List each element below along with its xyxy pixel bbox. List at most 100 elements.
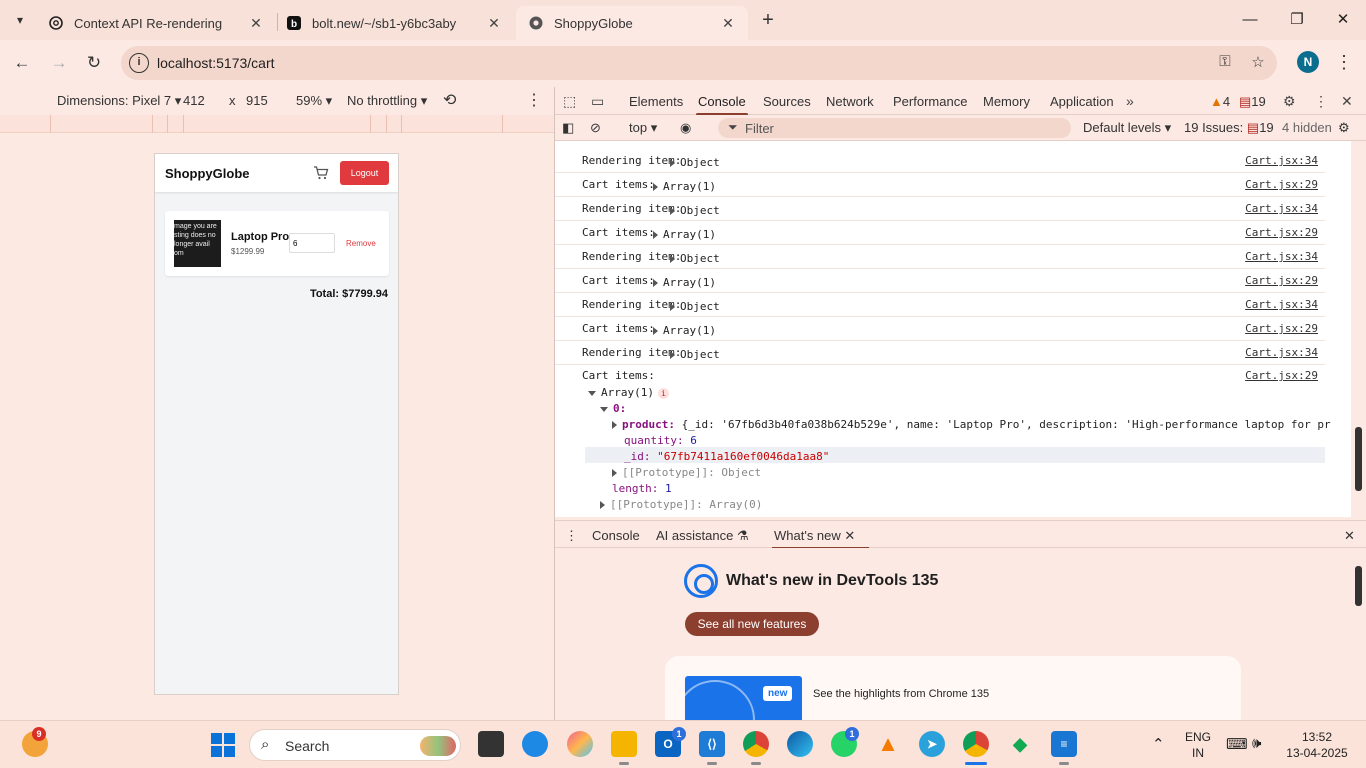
close-icon[interactable]: ✕	[720, 15, 736, 32]
scrollbar-thumb[interactable]	[1355, 427, 1362, 491]
back-icon[interactable]: ←	[10, 51, 34, 75]
highlights-card[interactable]: new See the highlights from Chrome 135	[665, 656, 1241, 720]
tab-sources[interactable]: Sources	[763, 94, 811, 109]
issues-link[interactable]: 19 Issues: ▤19	[1184, 120, 1274, 136]
chrome-icon[interactable]	[743, 731, 769, 757]
show-hidden-icons-icon[interactable]: ⌃	[1152, 735, 1165, 753]
edge-icon[interactable]	[787, 731, 813, 757]
tab-network[interactable]: Network	[826, 94, 874, 109]
restore-icon[interactable]: ❐	[1282, 8, 1312, 32]
bookmark-star-icon[interactable]: ☆	[1247, 53, 1269, 73]
browser-tab[interactable]: b bolt.new/~/sb1-y6bc3aby ✕	[274, 6, 514, 40]
array-node[interactable]: Array(1) i	[588, 386, 669, 399]
profile-avatar[interactable]: N	[1297, 51, 1319, 73]
cart-icon[interactable]	[313, 166, 329, 180]
log-value[interactable]: Array(1)	[653, 324, 716, 337]
product-node[interactable]: product: {_id: '67fb6d3b40fa038b624b529e…	[612, 418, 1331, 431]
task-view-icon[interactable]	[478, 731, 504, 757]
see-all-features-button[interactable]: See all new features	[685, 612, 819, 636]
throttling-select[interactable]: No throttling ▾	[347, 93, 427, 109]
array-index-node[interactable]: 0:	[600, 402, 626, 415]
device-height-input[interactable]: 915	[246, 93, 268, 108]
log-value[interactable]: Array(1)	[653, 276, 716, 289]
device-more-icon[interactable]: ⋮	[526, 90, 542, 110]
source-link[interactable]: Cart.jsx:34	[1245, 250, 1318, 263]
source-link[interactable]: Cart.jsx:29	[1245, 274, 1318, 287]
tab-memory[interactable]: Memory	[983, 94, 1030, 109]
log-value[interactable]: Object	[670, 156, 720, 169]
console-scrollbar[interactable]	[1351, 141, 1366, 517]
drawer-tab-console[interactable]: Console	[592, 528, 640, 543]
log-value[interactable]: Object	[670, 348, 720, 361]
notepad-icon[interactable]: ≡	[1051, 731, 1077, 757]
chrome-profile-icon[interactable]	[963, 731, 989, 757]
context-select[interactable]: top ▾	[629, 120, 657, 136]
console-filter-input[interactable]: ⏷ Filter	[718, 118, 1071, 138]
log-value[interactable]: Object	[670, 204, 720, 217]
drawer-close-icon[interactable]: ✕	[1344, 528, 1355, 544]
tab-application[interactable]: Application	[1050, 94, 1114, 109]
warnings-counter[interactable]: ▲4	[1210, 94, 1230, 109]
mongodb-icon[interactable]: ◆	[1007, 731, 1033, 757]
taskbar-search[interactable]: ⌕ Search	[249, 729, 461, 761]
close-icon[interactable]: ✕	[486, 15, 502, 32]
log-value[interactable]: Object	[670, 300, 720, 313]
devtools-close-icon[interactable]: ✕	[1341, 93, 1353, 110]
network-icon[interactable]: ⌨	[1226, 735, 1248, 753]
window-close-icon[interactable]: ✕	[1328, 8, 1358, 32]
log-value[interactable]: Array(1)	[653, 228, 716, 241]
clock-date[interactable]: 13-04-2025	[1285, 746, 1349, 760]
console-settings-icon[interactable]: ⚙	[1338, 120, 1350, 136]
tab-console[interactable]: Console	[696, 94, 748, 116]
remove-button[interactable]: Remove	[346, 239, 376, 248]
clock-time[interactable]: 13:52	[1285, 730, 1349, 744]
colorful-app-icon[interactable]	[567, 731, 593, 757]
tab-search-icon[interactable]: ▾	[6, 8, 34, 32]
minimize-icon[interactable]: —	[1235, 8, 1265, 32]
prototype-object-node[interactable]: [[Prototype]]: Object	[612, 466, 761, 479]
address-bar[interactable]: i localhost:5173/cart ⚿ ☆	[121, 46, 1277, 80]
url-text[interactable]: localhost:5173/cart	[157, 55, 275, 71]
tab-elements[interactable]: Elements	[629, 94, 683, 109]
close-icon[interactable]: ✕	[844, 528, 855, 543]
chrome-menu-icon[interactable]: ⋮	[1334, 51, 1354, 75]
device-toggle-icon[interactable]: ▭	[591, 93, 604, 110]
app-brand[interactable]: ShoppyGlobe	[165, 166, 250, 181]
reload-icon[interactable]: ↻	[82, 51, 106, 75]
forward-icon[interactable]: →	[47, 51, 71, 75]
prototype-array-node[interactable]: [[Prototype]]: Array(0)	[600, 498, 762, 511]
log-value[interactable]: Array(1)	[653, 180, 716, 193]
site-info-icon[interactable]: i	[129, 53, 149, 73]
source-link[interactable]: Cart.jsx:34	[1245, 154, 1318, 167]
quantity-input[interactable]	[289, 233, 335, 253]
source-link[interactable]: Cart.jsx:29	[1245, 178, 1318, 191]
device-dimensions-select[interactable]: Dimensions: Pixel 7 ▾	[57, 93, 181, 109]
new-tab-icon[interactable]: +	[758, 8, 778, 32]
drawer-tab-ai-assistance[interactable]: AI assistance ⚗	[656, 528, 749, 544]
rotate-icon[interactable]: ⟲	[443, 90, 456, 110]
file-explorer-icon[interactable]	[611, 731, 637, 757]
source-link[interactable]: Cart.jsx:34	[1245, 346, 1318, 359]
scrollbar-thumb[interactable]	[1355, 566, 1362, 606]
source-link[interactable]: Cart.jsx:34	[1245, 298, 1318, 311]
source-link[interactable]: Cart.jsx:29	[1245, 322, 1318, 335]
whats-new-scrollbar[interactable]	[1351, 548, 1366, 720]
copilot-icon[interactable]	[522, 731, 548, 757]
more-tabs-icon[interactable]: »	[1126, 93, 1134, 109]
inspect-element-icon[interactable]: ⬚	[563, 93, 576, 110]
telegram-icon[interactable]: ➤	[919, 731, 945, 757]
devtools-menu-icon[interactable]: ⋮	[1314, 93, 1328, 110]
drawer-tab-whats-new[interactable]: What's new ✕	[771, 528, 870, 550]
clear-console-icon[interactable]: ⊘	[590, 120, 601, 136]
vlc-icon[interactable]: ▲	[875, 731, 901, 757]
volume-icon[interactable]: 🕪	[1252, 735, 1261, 752]
issues-counter[interactable]: ▤19	[1239, 94, 1266, 110]
device-width-input[interactable]: 412	[183, 93, 205, 108]
tab-performance[interactable]: Performance	[893, 94, 967, 109]
zoom-select[interactable]: 59% ▾	[296, 93, 332, 109]
language-bottom[interactable]: IN	[1184, 746, 1212, 760]
browser-tab-active[interactable]: ShoppyGlobe ✕	[516, 6, 748, 40]
log-value[interactable]: Object	[670, 252, 720, 265]
browser-tab[interactable]: Context API Re-rendering ✕	[36, 6, 276, 40]
close-icon[interactable]: ✕	[248, 15, 264, 32]
